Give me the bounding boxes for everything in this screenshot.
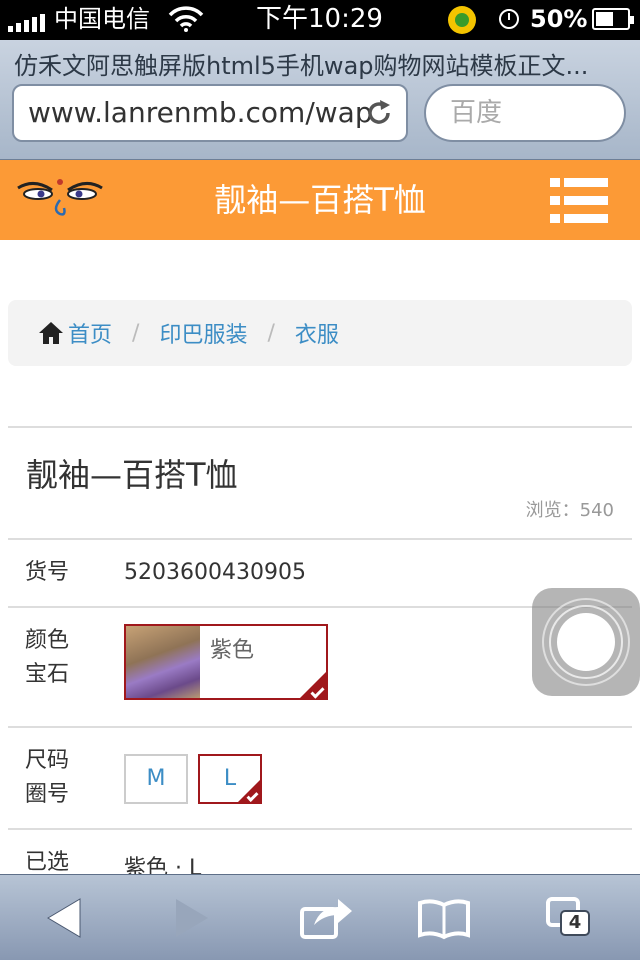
- list-menu-icon[interactable]: [550, 178, 608, 224]
- back-arrow-icon[interactable]: [44, 893, 104, 943]
- sku-value: 5203600430905: [124, 560, 306, 585]
- battery-icon: [592, 8, 634, 30]
- size-label: 尺码: [25, 748, 70, 773]
- status-time: 下午10:29: [256, 4, 383, 34]
- size-row: 尺码 圈号: [8, 726, 632, 828]
- breadcrumb-separator: /: [267, 320, 275, 346]
- status-bar: 中国电信 下午10:29 50%: [0, 0, 640, 40]
- breadcrumb-subcategory[interactable]: 衣服: [295, 317, 339, 349]
- search-field[interactable]: 百度: [424, 84, 626, 142]
- url-field[interactable]: www.lanrenmb.com/wap: [12, 84, 408, 142]
- selected-row: 已选 紫色 · L: [8, 828, 632, 881]
- signal-icon: [8, 10, 45, 32]
- size-option-m[interactable]: M: [124, 754, 188, 804]
- reload-icon[interactable]: [364, 98, 394, 128]
- color-thumbnail: [126, 626, 200, 698]
- color-option-purple[interactable]: 紫色: [124, 624, 328, 700]
- browser-toolbar: [0, 874, 640, 960]
- breadcrumb-category[interactable]: 印巴服装: [159, 317, 247, 349]
- home-icon[interactable]: [38, 321, 64, 345]
- product-name: 靓袖—百搭T恤: [26, 456, 238, 494]
- header-title: 靓袖—百搭T恤: [214, 181, 426, 219]
- color-label-gem: 宝石: [25, 662, 70, 687]
- alarm-clock-icon: [499, 9, 519, 29]
- browser-chrome: 仿禾文阿思触屏版html5手机wap购物网站模板正文... www.lanren…: [0, 40, 640, 160]
- breadcrumb-home[interactable]: 首页: [68, 317, 112, 349]
- page-title: 仿禾文阿思触屏版html5手机wap购物网站模板正文...: [14, 52, 589, 80]
- carrier-name: 中国电信: [54, 5, 150, 33]
- sku-label: 货号: [25, 560, 70, 585]
- site-header: 靓袖—百搭T恤: [0, 160, 640, 240]
- tab-count: 4: [560, 910, 590, 936]
- breadcrumb: 首页 / 印巴服装 / 衣服: [8, 300, 632, 366]
- forward-arrow-icon[interactable]: [164, 893, 224, 943]
- color-label: 颜色: [25, 628, 70, 653]
- size-option-l[interactable]: L: [198, 754, 262, 804]
- battery-percentage: 50%: [530, 5, 588, 33]
- size-option-l-label: L: [223, 766, 237, 791]
- size-label-ring: 圈号: [25, 782, 70, 807]
- share-icon[interactable]: [296, 893, 356, 943]
- view-count: 浏览：540: [525, 500, 614, 521]
- wifi-icon: [168, 6, 204, 32]
- color-option-label: 紫色: [210, 638, 255, 663]
- security-app-icon: [448, 6, 476, 34]
- breadcrumb-separator: /: [132, 320, 140, 346]
- product-title-block: 靓袖—百搭T恤 浏览：540: [8, 426, 632, 538]
- assistive-touch-button[interactable]: [532, 588, 640, 696]
- bookmarks-icon[interactable]: [414, 893, 474, 943]
